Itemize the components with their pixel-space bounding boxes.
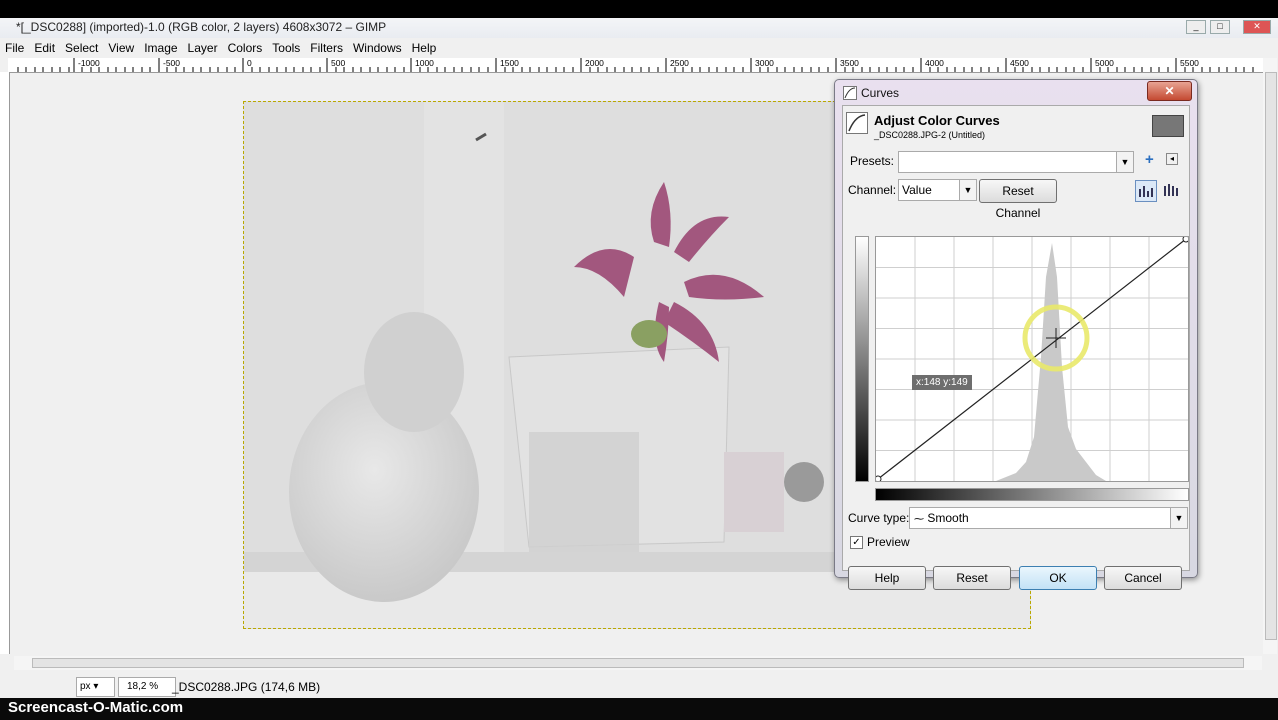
input-gradient-bar [875, 488, 1189, 501]
linear-histogram-icon[interactable] [1135, 180, 1157, 202]
dialog-subheader: _DSC0288.JPG-2 (Untitled) [874, 130, 986, 140]
maximize-button[interactable]: □ [1210, 20, 1230, 34]
menu-image[interactable]: Image [139, 39, 182, 57]
channel-label: Channel: [848, 183, 897, 197]
channel-combo[interactable]: Value ▼ [898, 179, 977, 201]
curves-tool-icon [846, 112, 868, 134]
close-window-button[interactable]: ✕ [1243, 20, 1271, 34]
watermark-bar: Screencast-O-Matic.com [0, 698, 1278, 720]
curves-dialog: Curves ✕ Adjust Color Curves _DSC0288.JP… [834, 79, 1198, 590]
window-title: *[_DSC0288] (imported)-1.0 (RGB color, 2… [16, 20, 387, 34]
vertical-scroll-thumb[interactable] [1265, 72, 1277, 640]
curve-type-combo[interactable]: ⁓ Smooth ▼ [909, 507, 1188, 529]
add-preset-icon[interactable]: + [1145, 151, 1154, 168]
cancel-button[interactable]: Cancel [1104, 566, 1182, 590]
log-histogram-icon[interactable] [1161, 180, 1181, 200]
cursor-coordinates: x:148 y:149 [912, 375, 972, 390]
screen-top-strip [0, 0, 1278, 18]
minimize-button[interactable]: _ [1186, 20, 1206, 34]
preview-label: Preview [867, 535, 910, 549]
curve-type-label: Curve type: [848, 511, 910, 525]
menu-tools[interactable]: Tools [267, 39, 305, 57]
dialog-title: Curves [861, 86, 900, 100]
ruler-ticks [17, 58, 1254, 72]
vertical-ruler[interactable] [0, 72, 10, 654]
menu-edit[interactable]: Edit [29, 39, 60, 57]
image-thumbnail [1152, 115, 1184, 137]
menu-colors[interactable]: Colors [223, 39, 268, 57]
reset-button[interactable]: Reset [933, 566, 1011, 590]
menu-help[interactable]: Help [407, 39, 442, 57]
curve-plot[interactable] [874, 235, 1190, 483]
horizontal-scroll-thumb[interactable] [32, 658, 1244, 668]
chevron-down-icon: ▾ [93, 681, 99, 692]
curve-graph[interactable]: x:148 y:149 [874, 235, 1190, 483]
menu-layer[interactable]: Layer [183, 39, 223, 57]
dialog-body: Adjust Color Curves _DSC0288.JPG-2 (Unti… [842, 105, 1190, 590]
unit-value: px [80, 681, 91, 692]
ok-button[interactable]: OK [1019, 566, 1097, 590]
vertical-scrollbar[interactable] [1263, 58, 1277, 654]
status-text: _DSC0288.JPG (174,6 MB) [172, 680, 321, 694]
zoom-value: 18,2 % [127, 681, 159, 692]
menu-windows[interactable]: Windows [348, 39, 407, 57]
preset-menu-icon[interactable]: ◂ [1166, 153, 1178, 165]
menu-view[interactable]: View [103, 39, 139, 57]
curves-icon [843, 86, 857, 100]
channel-value: Value [902, 183, 932, 197]
chevron-down-icon: ▼ [1116, 152, 1133, 172]
output-gradient-bar [855, 236, 869, 482]
watermark-text: Screencast-O-Matic.com [8, 699, 184, 716]
preview-checkbox[interactable]: ✓ [850, 536, 863, 549]
menubar: File Edit Select View Image Layer Colors Tools F… [0, 39, 1278, 58]
curve-point-start[interactable] [874, 475, 882, 483]
help-button[interactable]: Help [848, 566, 926, 590]
presets-combo[interactable]: ▼ [898, 151, 1134, 173]
unit-select[interactable]: px ▾ [76, 677, 115, 697]
histogram [996, 243, 1106, 481]
presets-label: Presets: [850, 154, 895, 168]
menu-filters[interactable]: Filters [305, 39, 348, 57]
curve-point-end[interactable] [1182, 235, 1190, 243]
dialog-header: Adjust Color Curves [874, 113, 1000, 128]
horizontal-ruler[interactable]: -1000 -500 0 500 1000 1500 2000 2500 300… [8, 58, 1270, 73]
smooth-curve-icon: ⁓ [914, 514, 924, 525]
curve-type-value: Smooth [927, 511, 969, 525]
menu-file[interactable]: File [0, 39, 29, 57]
reset-channel-button[interactable]: Reset Channel [979, 179, 1057, 220]
window-titlebar: *[_DSC0288] (imported)-1.0 (RGB color, 2… [0, 0, 1278, 38]
menu-select[interactable]: Select [60, 39, 103, 57]
chevron-down-icon: ▼ [959, 180, 976, 200]
chevron-down-icon: ▼ [1170, 508, 1187, 528]
horizontal-scrollbar[interactable] [14, 656, 1262, 670]
zoom-select[interactable]: 18,2 % [118, 677, 176, 697]
close-dialog-button[interactable]: ✕ [1147, 81, 1192, 101]
